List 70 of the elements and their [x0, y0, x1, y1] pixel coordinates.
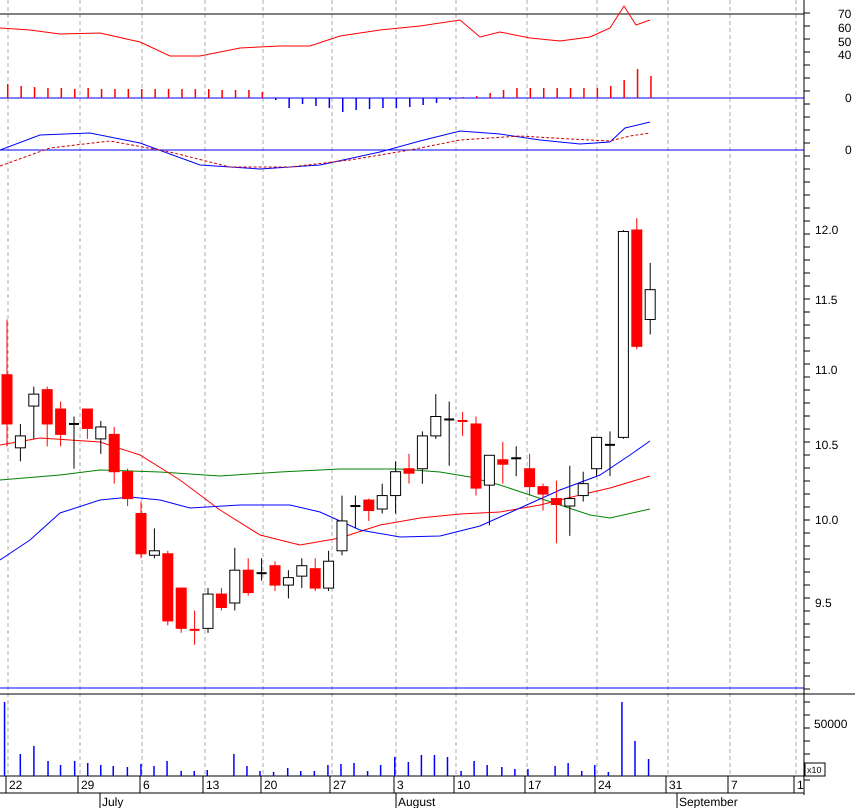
- candlestick: [363, 498, 374, 522]
- candlestick: [310, 558, 321, 592]
- candlestick: [202, 588, 214, 634]
- candlestick: [95, 420, 106, 454]
- date-label: 6: [143, 778, 150, 792]
- candlestick: [458, 412, 468, 436]
- candlestick: [28, 386, 40, 440]
- candlestick: [350, 495, 360, 529]
- candlestick: [282, 570, 294, 600]
- candlestick: [416, 430, 428, 484]
- candlestick: [511, 446, 522, 477]
- candlestick: [444, 401, 454, 466]
- candlestick: [190, 610, 200, 646]
- date-label: 10: [457, 778, 470, 792]
- candlestick: [216, 588, 227, 611]
- candlestick: [336, 495, 348, 556]
- candlestick: [550, 480, 562, 544]
- candlestick: [404, 453, 414, 484]
- axis-label: 0: [845, 143, 852, 157]
- axis-label: 0: [845, 91, 852, 105]
- candlestick: [122, 468, 134, 507]
- candlestick: [55, 401, 66, 447]
- axis-label: 9.5: [815, 596, 832, 610]
- axis-label: 10.5: [815, 438, 838, 452]
- candlestick: [270, 560, 280, 592]
- candlestick: [376, 483, 388, 514]
- axis-label: 70: [838, 7, 852, 21]
- candlestick: [524, 453, 536, 496]
- axis-label: 10.0: [815, 513, 838, 527]
- date-label: 22: [9, 778, 22, 792]
- candlestick: [484, 454, 495, 526]
- candlestick: [242, 558, 254, 596]
- candlestick: [69, 416, 79, 470]
- axis-label: 40: [838, 48, 852, 62]
- candlestick: [323, 550, 334, 592]
- candlestick: [82, 408, 93, 440]
- candlestick: [564, 465, 576, 536]
- candlestick: [148, 528, 160, 559]
- candlestick: [591, 436, 602, 477]
- candlestick: [605, 430, 615, 477]
- multiplier-label: x10: [807, 765, 822, 775]
- candlestick: [430, 394, 442, 440]
- candlestick: [229, 547, 240, 611]
- date-label: 27: [333, 778, 346, 792]
- date-label: 31: [669, 778, 682, 792]
- date-label: 13: [206, 778, 220, 792]
- axis-label: 60: [838, 21, 852, 35]
- candlestick: [256, 558, 267, 582]
- candlestick: [578, 471, 589, 502]
- date-label: 1: [797, 778, 804, 792]
- date-label: 29: [81, 778, 94, 792]
- candlestick: [390, 460, 402, 514]
- axis-label: 12.0: [815, 223, 838, 237]
- axis-label: 50: [838, 35, 852, 49]
- date-label: 24: [598, 778, 612, 792]
- candlestick: [538, 483, 548, 511]
- candlestick: [14, 423, 26, 462]
- candlestick: [108, 426, 120, 484]
- candlestick: [42, 386, 53, 447]
- axis-label: 11.0: [815, 363, 838, 377]
- axis-label: 11.5: [815, 293, 838, 307]
- candlestick: [176, 588, 187, 634]
- date-label: 7: [731, 778, 738, 792]
- candlestick: [136, 501, 146, 559]
- candlestick: [497, 441, 508, 484]
- date-label: 17: [528, 778, 542, 792]
- date-label: 20: [264, 778, 278, 792]
- axis-label: 50000: [814, 717, 848, 731]
- candlestick: [296, 558, 308, 589]
- date-label: 3: [397, 778, 404, 792]
